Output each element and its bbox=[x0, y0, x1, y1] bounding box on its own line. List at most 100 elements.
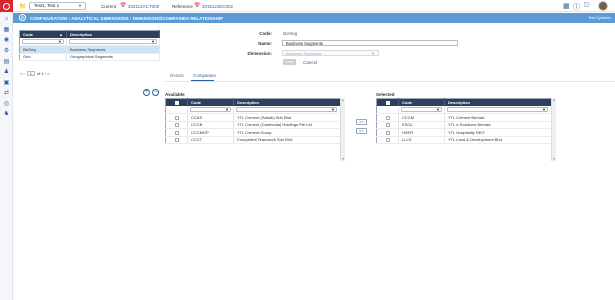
table-row[interactable]: BizSeg Business Segments bbox=[19, 45, 160, 54]
entity-selector-value: Test1, Test 1 bbox=[34, 3, 60, 8]
column-header-code[interactable]: Code bbox=[187, 98, 234, 106]
row-checkbox[interactable] bbox=[385, 115, 390, 120]
filter-cell bbox=[376, 105, 399, 114]
target-icon[interactable]: ◎ bbox=[3, 101, 10, 107]
table-row[interactable]: CCCMGP YTL Cement Group bbox=[165, 128, 345, 137]
select-all-checkbox[interactable] bbox=[174, 100, 179, 105]
chevron-down-icon: ▼ bbox=[78, 3, 82, 8]
column-header-description[interactable]: Description bbox=[233, 98, 345, 106]
app-logo[interactable] bbox=[0, 0, 13, 12]
column-header-description[interactable]: Description bbox=[66, 30, 160, 38]
table-icon[interactable]: ▤ bbox=[3, 59, 10, 65]
move-right-button[interactable]: >> bbox=[356, 119, 367, 125]
table-row[interactable]: CCCT Competent Teamwork Sdn Bhd bbox=[165, 136, 345, 144]
user-icon[interactable]: ♟ bbox=[3, 69, 10, 75]
chart-icon[interactable]: ▦ bbox=[3, 27, 10, 33]
settings-icon[interactable]: ⚙ bbox=[3, 48, 10, 54]
cell-description: YTL Cement (Sabah) Sdn Bhd bbox=[233, 113, 345, 122]
tab-companies[interactable]: Companies bbox=[193, 73, 216, 78]
row-checkbox[interactable] bbox=[385, 130, 390, 135]
person-icon[interactable]: ♞ bbox=[3, 111, 10, 117]
current-value[interactable]: 202112ACT000 bbox=[128, 4, 159, 9]
transfer-icon[interactable]: ⇄ bbox=[3, 90, 10, 96]
scroll-down-icon[interactable]: ▼ bbox=[552, 157, 556, 161]
filter-input-description[interactable]: ▼ bbox=[69, 38, 157, 44]
available-grid: Code Description ▼ ▼ CCAS YTL Cement (Sa… bbox=[165, 98, 345, 144]
cell-description: YTL Cement Group bbox=[233, 128, 345, 137]
add-button[interactable]: + bbox=[143, 89, 150, 96]
filter-input-code[interactable]: ▼ bbox=[401, 106, 442, 112]
column-header-description[interactable]: Description bbox=[444, 98, 556, 106]
row-checkbox-cell bbox=[376, 128, 399, 137]
folder-icon[interactable]: 📁 bbox=[19, 3, 26, 10]
row-checkbox[interactable] bbox=[174, 130, 179, 135]
home-icon[interactable]: ⌂ bbox=[3, 16, 10, 22]
table-row[interactable]: HSER YTL Hospitality REIT bbox=[376, 128, 556, 137]
last-page-icon[interactable]: » bbox=[47, 71, 49, 76]
row-checkbox-cell bbox=[376, 136, 399, 144]
row-checkbox[interactable] bbox=[385, 123, 390, 128]
cell-description: YTL Hospitality REIT bbox=[444, 128, 556, 137]
next-page-icon[interactable]: › bbox=[45, 71, 46, 76]
filter-icon[interactable]: ▼ bbox=[436, 107, 440, 112]
tab-active-indicator bbox=[191, 80, 214, 81]
page-input[interactable]: 1 bbox=[26, 71, 35, 76]
table-row[interactable]: Geo Geographical Segments bbox=[19, 53, 160, 61]
filter-input-description[interactable]: ▼ bbox=[447, 106, 548, 112]
filter-cell bbox=[165, 105, 188, 114]
remove-button[interactable]: − bbox=[152, 89, 159, 96]
column-header-code[interactable]: Code bbox=[398, 98, 445, 106]
save-button[interactable]: Save bbox=[283, 59, 296, 65]
breadcrumb: ⚙ CONFIGURATION › ANALYTICAL DIMENSIONS … bbox=[13, 13, 615, 23]
current-label: Current bbox=[101, 4, 117, 9]
filter-input-code[interactable]: ▼ bbox=[190, 106, 231, 112]
sidebar: ⌂ ▦ ◉ ⚙ ▤ ♟ ▣ ⇄ ◎ ♞ bbox=[0, 12, 13, 300]
calendar-icon[interactable]: ▣ bbox=[3, 80, 10, 86]
row-checkbox-cell bbox=[376, 121, 399, 129]
scrollbar[interactable]: ▲ ▼ bbox=[551, 98, 556, 161]
scrollbar[interactable]: ▲ ▼ bbox=[340, 98, 345, 161]
row-checkbox-cell bbox=[165, 121, 188, 129]
table-row[interactable]: CCCB YTL Cement (Cambodia) Holdings Pte … bbox=[165, 121, 345, 129]
filter-icon[interactable]: ▼ bbox=[225, 107, 229, 112]
calendar-icon[interactable]: 📅 bbox=[194, 3, 200, 9]
apps-grid-icon[interactable]: ▦ bbox=[563, 2, 570, 10]
table-row[interactable]: LLLD YTL Land & Development Bhd bbox=[376, 136, 556, 144]
bell-icon[interactable]: ⎋ bbox=[584, 2, 590, 10]
database-icon[interactable]: ◉ bbox=[3, 37, 10, 43]
help-icon[interactable]: ⓘ bbox=[573, 2, 580, 12]
cell-description: Geographical Segments bbox=[66, 53, 160, 61]
reference-label: Reference bbox=[172, 4, 193, 9]
row-checkbox[interactable] bbox=[174, 123, 179, 128]
table-row[interactable]: ESOL YTL e-Solutions Berhad bbox=[376, 121, 556, 129]
filter-icon[interactable]: ▼ bbox=[58, 39, 62, 44]
reference-value[interactable]: 201512JEC002 bbox=[202, 4, 233, 9]
scroll-down-icon[interactable]: ▼ bbox=[341, 157, 345, 161]
tab-details[interactable]: Details bbox=[170, 73, 184, 78]
filter-icon[interactable]: ▼ bbox=[542, 107, 546, 112]
avatar[interactable] bbox=[598, 1, 608, 11]
first-page-icon[interactable]: « bbox=[20, 71, 22, 76]
filter-cell: ▼ bbox=[398, 105, 445, 114]
prev-page-icon[interactable]: ‹ bbox=[23, 71, 24, 76]
calendar-icon[interactable]: 📅 bbox=[120, 3, 126, 9]
filter-icon[interactable]: ▼ bbox=[151, 39, 155, 44]
move-left-button[interactable]: << bbox=[356, 128, 367, 134]
row-checkbox[interactable] bbox=[174, 138, 179, 143]
row-checkbox[interactable] bbox=[174, 115, 179, 120]
cell-description: Competent Teamwork Sdn Bhd bbox=[233, 136, 345, 144]
entity-selector[interactable]: Test1, Test 1 ▼ bbox=[29, 2, 86, 10]
scroll-up-icon[interactable]: ▲ bbox=[552, 98, 556, 102]
filter-input-description[interactable]: ▼ bbox=[236, 106, 337, 112]
scroll-up-icon[interactable]: ▲ bbox=[341, 98, 345, 102]
name-label: Name: bbox=[258, 41, 272, 46]
filter-icon[interactable]: ▼ bbox=[331, 107, 335, 112]
table-row[interactable]: CCAS YTL Cement (Sabah) Sdn Bhd bbox=[165, 113, 345, 122]
cancel-button[interactable]: Cancel bbox=[303, 60, 317, 65]
column-header-code[interactable]: Code ▲ bbox=[19, 30, 67, 38]
filter-input-code[interactable]: ▼ bbox=[22, 38, 64, 44]
row-checkbox[interactable] bbox=[385, 138, 390, 143]
table-row[interactable]: CCCM YTL Cement Berhad bbox=[376, 113, 556, 122]
select-all-checkbox[interactable] bbox=[385, 100, 390, 105]
name-field[interactable]: Business Segments bbox=[282, 40, 458, 46]
